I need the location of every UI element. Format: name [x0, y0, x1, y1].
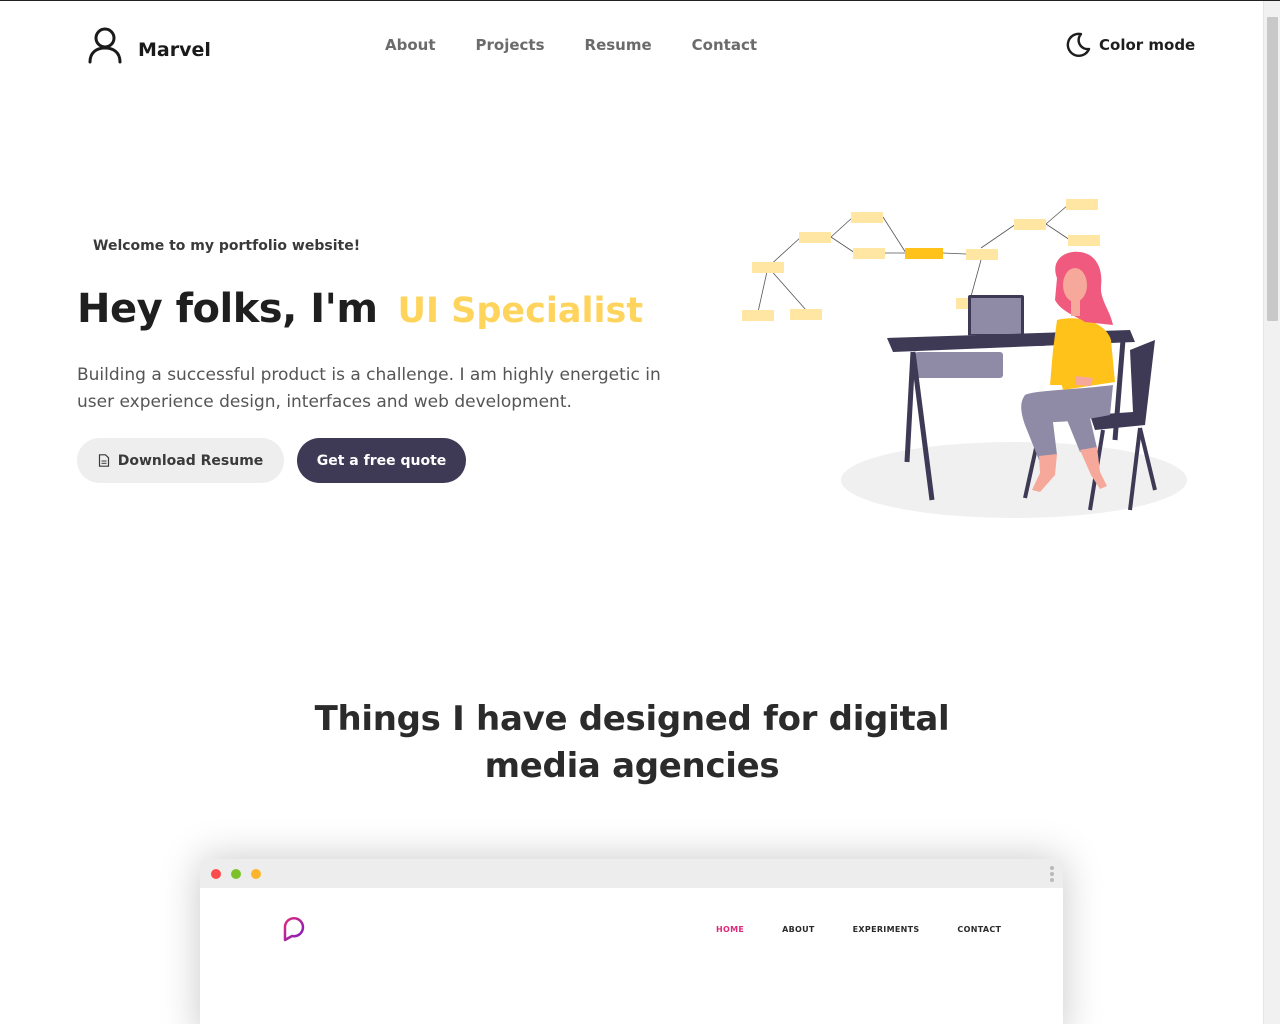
mockup-nav-contact[interactable]: CONTACT [957, 925, 1001, 934]
free-quote-button[interactable]: Get a free quote [297, 438, 466, 483]
kebab-menu-icon [1050, 866, 1054, 884]
main-nav: About Projects Resume Contact [385, 36, 797, 54]
hero-role: UI Specialist [397, 291, 644, 331]
mockup-browser-bar [200, 859, 1063, 888]
mockup-nav: HOME ABOUT EXPERIMENTS CONTACT [716, 925, 1039, 934]
welcome-text: Welcome to my portfolio website! [93, 238, 361, 254]
mockup-nav-home[interactable]: HOME [716, 925, 744, 934]
chat-bubble-logo-icon [283, 916, 305, 942]
window-minimize-dot [231, 869, 241, 879]
scrollbar-thumb[interactable] [1267, 17, 1278, 321]
nav-item-contact[interactable]: Contact [692, 36, 757, 54]
mockup-nav-about[interactable]: ABOUT [782, 925, 815, 934]
window-close-dot [211, 869, 221, 879]
mockup-nav-experiments[interactable]: EXPERIMENTS [853, 925, 920, 934]
moon-icon [1066, 32, 1091, 57]
hero-title-main: Hey folks, I'm [77, 286, 378, 332]
download-resume-label: Download Resume [117, 452, 264, 469]
page-scrollbar[interactable] [1263, 1, 1280, 1024]
free-quote-label: Get a free quote [316, 452, 447, 469]
hero-title: Hey folks, I'm UI Specialist [77, 286, 643, 332]
color-mode-toggle[interactable]: Color mode [1064, 31, 1195, 58]
section-title-projects: Things I have designed for digital media… [314, 699, 950, 786]
top-border [0, 0, 1280, 1]
hero-description: Building a successful product is a chall… [77, 365, 661, 412]
window-maximize-dot [251, 869, 261, 879]
user-outline-icon [88, 27, 122, 64]
nav-item-about[interactable]: About [385, 36, 436, 54]
nav-item-resume[interactable]: Resume [585, 36, 652, 54]
download-resume-button[interactable]: Download Resume [77, 438, 284, 483]
project-preview-mockup[interactable]: HOME ABOUT EXPERIMENTS CONTACT [200, 859, 1063, 1024]
color-mode-label: Color mode [1099, 35, 1196, 54]
document-icon [98, 454, 109, 467]
nav-item-projects[interactable]: Projects [476, 36, 545, 54]
woman-at-desk-illustration [742, 199, 1187, 518]
brand-name: Marvel [138, 39, 211, 61]
brand-logo[interactable]: Marvel [86, 26, 211, 64]
